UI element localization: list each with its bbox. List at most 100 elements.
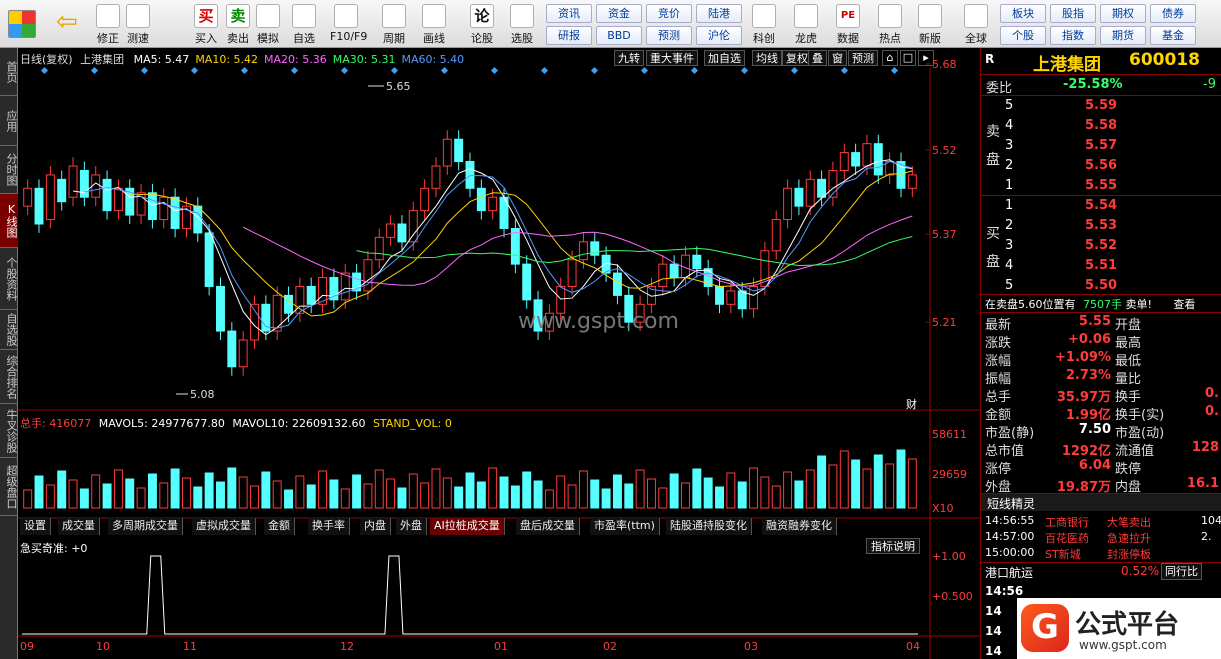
- indicator-tab[interactable]: 内盘: [360, 518, 391, 535]
- event-marker[interactable]: [340, 66, 349, 75]
- chart-tool-button[interactable]: 叠: [808, 50, 827, 66]
- event-marker[interactable]: [640, 66, 649, 75]
- sell-price[interactable]: 5.56: [1085, 158, 1117, 173]
- side-tab[interactable]: 个股资料: [0, 248, 18, 310]
- toolbar-f10-button[interactable]: F10/F9: [330, 2, 367, 46]
- buy-price[interactable]: 5.52: [1085, 238, 1117, 253]
- event-marker[interactable]: [40, 66, 49, 75]
- toolbar-market-button[interactable]: 股指: [1050, 4, 1096, 23]
- chart-tool-button[interactable]: 九转: [614, 50, 644, 66]
- event-marker[interactable]: [840, 66, 849, 75]
- sell-price[interactable]: 5.55: [1085, 178, 1117, 193]
- back-arrow-icon[interactable]: ⇦: [56, 9, 82, 36]
- event-marker[interactable]: [590, 66, 599, 75]
- event-marker[interactable]: [540, 66, 549, 75]
- indicator-tab[interactable]: 融资融券变化: [762, 518, 837, 535]
- event-marker[interactable]: [490, 66, 499, 75]
- buy-price[interactable]: 5.54: [1085, 198, 1117, 213]
- chart-tool-button[interactable]: 加自选: [704, 50, 745, 66]
- app-logo-icon[interactable]: [8, 10, 36, 38]
- toolbar-market-button[interactable]: 板块: [1000, 4, 1046, 23]
- sprite-stock[interactable]: 百花医药: [1045, 530, 1089, 546]
- toolbar-pe-button[interactable]: PE 数据: [830, 2, 866, 46]
- side-tab[interactable]: K线图: [0, 194, 18, 248]
- toolbar-link-button[interactable]: 沪伦: [696, 26, 742, 45]
- toolbar-market-button[interactable]: 债券: [1150, 4, 1196, 23]
- toolbar-new-version-button[interactable]: 新版: [912, 2, 948, 46]
- event-marker[interactable]: [790, 66, 799, 75]
- toolbar-market-button[interactable]: 期权: [1100, 4, 1146, 23]
- sell-price[interactable]: 5.57: [1085, 138, 1117, 153]
- event-marker[interactable]: [290, 66, 299, 75]
- toolbar-link-button[interactable]: 预测: [646, 26, 692, 45]
- chart-tool-button[interactable]: 重大事件: [646, 50, 698, 66]
- event-marker[interactable]: [240, 66, 249, 75]
- toolbar-forum-button[interactable]: 论论股: [466, 2, 498, 46]
- side-tab[interactable]: 超级盘口: [0, 458, 18, 516]
- event-marker[interactable]: [390, 66, 399, 75]
- sprite-stock[interactable]: 工商银行: [1045, 514, 1089, 530]
- peer-compare-button[interactable]: 同行比: [1161, 563, 1202, 580]
- toolbar-hammer-button[interactable]: 模拟: [252, 2, 284, 46]
- event-marker[interactable]: [190, 66, 199, 75]
- side-tab[interactable]: 应用: [0, 96, 18, 146]
- indicator-tab[interactable]: 金额: [264, 518, 295, 535]
- buy-price[interactable]: 5.50: [1085, 278, 1117, 293]
- indicator-tab[interactable]: 市盈率(ttm): [590, 518, 660, 535]
- side-tab[interactable]: 自选股: [0, 310, 18, 350]
- chart-tool-button[interactable]: 均线: [752, 50, 782, 66]
- toolbar-pencil-button[interactable]: 画线: [418, 2, 450, 46]
- toolbar-buy-button[interactable]: 买买入: [190, 2, 222, 46]
- toolbar-search-button[interactable]: 选股: [506, 2, 538, 46]
- toolbar-globe-button[interactable]: 全球: [958, 2, 994, 46]
- toolbar-up-down-button[interactable]: 修正: [92, 2, 124, 46]
- side-tab[interactable]: 首页: [0, 48, 18, 96]
- kline-chart-panel[interactable]: 日线(复权) 上港集团 MA5: 5.47 MA10: 5.42 MA20: 5.3…: [18, 48, 980, 659]
- event-marker[interactable]: [690, 66, 699, 75]
- buy-price[interactable]: 5.51: [1085, 258, 1117, 273]
- toolbar-star-list-button[interactable]: 自选: [288, 2, 320, 46]
- toolbar-link-button[interactable]: 资讯: [546, 4, 592, 23]
- indicator-tab[interactable]: 虚拟成交量: [192, 518, 256, 535]
- indicator-tab[interactable]: 外盘: [396, 518, 427, 535]
- sector-name[interactable]: 港口航运: [985, 564, 1033, 581]
- toolbar-link-button[interactable]: BBD: [596, 26, 642, 45]
- event-marker[interactable]: [140, 66, 149, 75]
- event-marker[interactable]: [740, 66, 749, 75]
- toolbar-market-button[interactable]: 个股: [1000, 26, 1046, 45]
- toolbar-market-button[interactable]: 指数: [1050, 26, 1096, 45]
- toolbar-market-button[interactable]: 基金: [1150, 26, 1196, 45]
- indicator-tab[interactable]: 陆股通持股变化: [666, 518, 752, 535]
- indicator-tab[interactable]: AI拉桩成交量: [430, 518, 505, 535]
- buy-price[interactable]: 5.53: [1085, 218, 1117, 233]
- indicator-tab[interactable]: 成交量: [58, 518, 100, 535]
- toolbar-period-button[interactable]: 周期: [378, 2, 410, 46]
- toolbar-dragon-button[interactable]: 龙虎: [788, 2, 824, 46]
- toolbar-sell-button[interactable]: 卖卖出: [222, 2, 254, 46]
- event-marker[interactable]: [90, 66, 99, 75]
- toolbar-link-button[interactable]: 资金: [596, 4, 642, 23]
- finance-marker[interactable]: 财: [906, 397, 917, 411]
- toolbar-link-button[interactable]: 陆港: [696, 4, 742, 23]
- event-marker[interactable]: [890, 66, 899, 75]
- toolbar-clock-button[interactable]: 测速: [122, 2, 154, 46]
- side-tab[interactable]: 牛叉诊股: [0, 404, 18, 458]
- sprite-stock[interactable]: ST新城: [1045, 546, 1081, 562]
- toolbar-hot-button[interactable]: 热点: [872, 2, 908, 46]
- toolbar-market-button[interactable]: 期货: [1100, 26, 1146, 45]
- indicator-tab[interactable]: 多周期成交量: [108, 518, 183, 535]
- indicator-tab[interactable]: 盘后成交量: [516, 518, 580, 535]
- sell-price[interactable]: 5.58: [1085, 118, 1117, 133]
- indicator-tab[interactable]: 设置: [20, 518, 51, 535]
- side-tab[interactable]: 分时图: [0, 146, 18, 194]
- big-order-notice[interactable]: 在卖盘5.60位置有 7507手 卖单! 查看: [985, 296, 1195, 312]
- chart-tool-button[interactable]: 窗: [828, 50, 847, 66]
- indicator-tab[interactable]: 换手率: [308, 518, 350, 535]
- chart-tool-button[interactable]: 预测: [848, 50, 878, 66]
- side-tab[interactable]: 综合排名: [0, 350, 18, 404]
- sell-price[interactable]: 5.59: [1085, 98, 1117, 113]
- toolbar-sci-button[interactable]: 科创: [746, 2, 782, 46]
- toolbar-link-button[interactable]: 竞价: [646, 4, 692, 23]
- indicator-help-button[interactable]: 指标说明: [866, 538, 920, 554]
- event-marker[interactable]: [440, 66, 449, 75]
